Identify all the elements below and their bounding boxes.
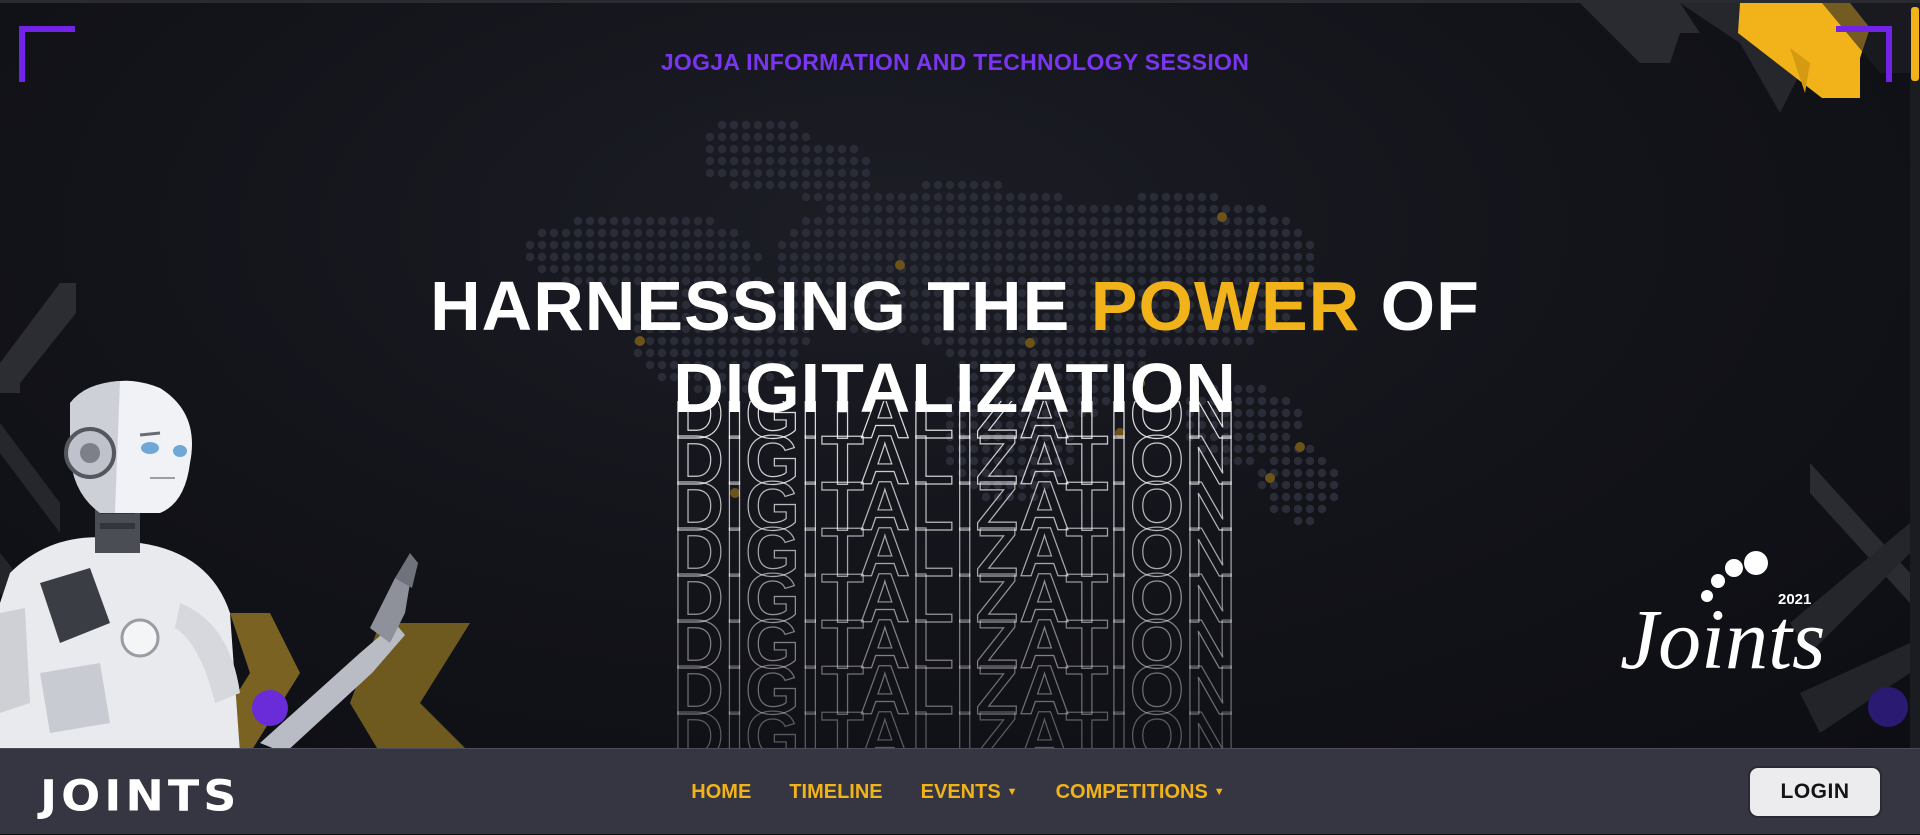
scrollbar-track[interactable] — [1910, 3, 1920, 748]
nav-item-timeline-label: TIMELINE — [789, 780, 883, 803]
nav-item-home-label: HOME — [691, 780, 752, 803]
nav-item-home[interactable]: HOME — [687, 777, 755, 808]
caret-down-icon: ▼ — [1006, 786, 1018, 798]
navbar: JOINTS HOME TIMELINE EVENTS ▼ COMPETITIO… — [0, 748, 1920, 834]
scrollbar-thumb[interactable] — [1911, 7, 1919, 81]
nav-item-events[interactable]: EVENTS ▼ — [917, 777, 1022, 808]
robot-illustration — [0, 380, 470, 748]
hero-section: JOGJA INFORMATION AND TECHNOLOGY SESSION… — [0, 0, 1920, 748]
hero-subtitle: JOGJA INFORMATION AND TECHNOLOGY SESSION — [660, 49, 1250, 75]
headline-part1: HARNESSING THE — [430, 267, 1091, 345]
nav-item-timeline[interactable]: TIMELINE — [785, 777, 886, 808]
logo-year: 2021 — [1778, 591, 1811, 608]
nav-menu: HOME TIMELINE EVENTS ▼ COMPETITIONS ▼ — [0, 749, 1910, 835]
joints-2021-logo: Joints 2021 — [1620, 551, 1825, 687]
nav-item-competitions-label: COMPETITIONS — [1055, 780, 1208, 803]
headline-part2: OF — [1360, 267, 1480, 345]
headline-line2: DIGITALIZATION — [673, 349, 1237, 427]
login-button[interactable]: LOGIN — [1750, 768, 1880, 816]
nav-item-events-label: EVENTS — [920, 780, 1001, 803]
headline-accent: POWER — [1090, 267, 1361, 345]
caret-down-icon: ▼ — [1213, 786, 1225, 798]
nav-item-competitions[interactable]: COMPETITIONS ▼ — [1052, 777, 1229, 808]
